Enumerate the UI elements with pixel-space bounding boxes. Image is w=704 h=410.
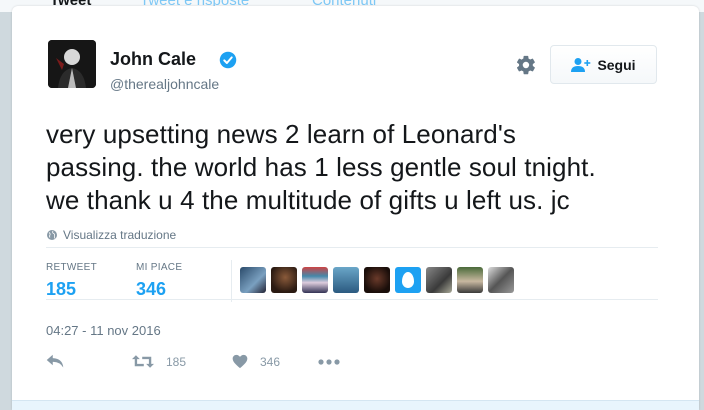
like-button[interactable]: 346 [232,354,318,369]
tweet-text-line: passing. the world has 1 less gentle sou… [46,152,596,182]
overlay-left [0,12,12,410]
verified-badge-icon [219,51,237,69]
retweet-stat-label: RETWEET [46,262,97,273]
author-name[interactable]: John Cale [110,49,196,70]
add-user-icon [571,57,591,72]
retweet-icon [132,355,154,368]
likes-stat[interactable]: MI PIACE 346 [136,262,182,300]
liker-avatar[interactable] [488,267,514,293]
translate-link[interactable]: Visualizza traduzione [46,228,176,242]
tweet-text-line: we thank u 4 the multitude of gifts u le… [46,185,570,215]
gear-icon[interactable] [515,54,537,76]
retweet-count: 185 [166,354,187,369]
more-dots-icon [318,358,340,365]
liker-avatar[interactable] [457,267,483,293]
retweet-stat[interactable]: RETWEET 185 [46,262,97,300]
retweet-stat-count: 185 [46,279,77,299]
translate-label: Visualizza traduzione [63,228,177,242]
retweet-button[interactable]: 185 [132,354,232,369]
liker-avatar[interactable] [302,267,328,293]
liker-avatar[interactable] [240,267,266,293]
tweet-card: John Cale @therealjohncale Segui very up… [12,6,699,410]
tweet-text: very upsetting news 2 learn of Leonard's… [46,118,686,217]
tweet-timestamp[interactable]: 04:27 - 11 nov 2016 [46,323,161,338]
divider [46,299,658,300]
liker-avatar[interactable] [364,267,390,293]
reply-button[interactable] [46,354,132,369]
divider [46,247,658,248]
reply-icon [46,354,64,368]
tweet-text-line: very upsetting news 2 learn of Leonard's [46,119,517,149]
liker-avatar[interactable] [271,267,297,293]
liker-avatar[interactable] [395,267,421,293]
liker-avatar[interactable] [333,267,359,293]
follow-button[interactable]: Segui [550,45,657,84]
author-handle[interactable]: @therealjohncale [110,76,219,92]
more-button[interactable] [318,358,340,365]
tweet-actions: 185 346 [46,354,340,369]
likes-stat-count: 346 [136,279,167,299]
liker-avatar[interactable] [426,267,452,293]
follow-label: Segui [597,56,636,73]
overlay-right [699,12,704,410]
avatar[interactable] [48,40,96,88]
stats-divider [231,260,232,302]
liker-avatars [240,267,519,293]
reply-box-edge [12,400,699,410]
globe-icon [47,230,57,240]
heart-icon [232,354,248,369]
egg-icon [402,272,414,288]
like-count: 346 [260,354,281,369]
likes-stat-label: MI PIACE [136,262,183,273]
